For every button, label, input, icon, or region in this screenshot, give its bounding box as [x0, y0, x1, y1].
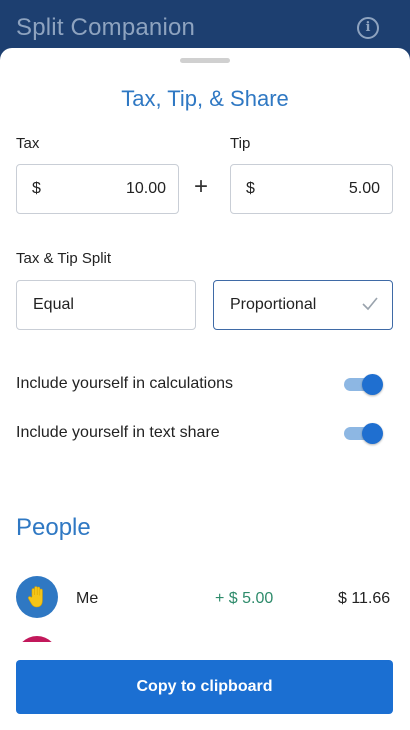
split-option-equal[interactable]: Equal: [16, 280, 196, 330]
include-in-calculations-toggle[interactable]: [344, 374, 384, 395]
tip-label: Tip: [230, 135, 251, 152]
sheet-drag-handle[interactable]: [180, 58, 230, 63]
copy-to-clipboard-button[interactable]: Copy to clipboard: [16, 660, 393, 714]
people-section-title: People: [16, 514, 91, 541]
avatar[interactable]: [16, 576, 58, 618]
split-option-label: Equal: [33, 296, 74, 313]
tax-field[interactable]: $ 10.00: [16, 164, 179, 214]
tax-tip-share-sheet: Tax, Tip, & Share Tax $ 10.00 + Tip $ 5.…: [0, 48, 410, 730]
split-option-label: Proportional: [230, 296, 317, 313]
tip-currency: $: [246, 180, 255, 197]
split-option-proportional[interactable]: Proportional: [213, 280, 393, 330]
tip-field[interactable]: $ 5.00: [230, 164, 393, 214]
tax-currency: $: [32, 180, 41, 197]
toggle-label-text-share: Include yourself in text share: [16, 424, 220, 441]
person-tip-share: + $ 5.00: [215, 590, 274, 607]
app-title: Split Companion: [16, 14, 196, 41]
toggle-knob: [362, 374, 383, 395]
include-in-text-share-toggle[interactable]: [344, 423, 384, 444]
split-label: Tax & Tip Split: [16, 250, 112, 267]
tax-label: Tax: [16, 135, 40, 152]
toggle-label-calculations: Include yourself in calculations: [16, 375, 234, 392]
checkmark-icon: [362, 297, 378, 311]
plus-icon: +: [194, 173, 209, 200]
tax-value: 10.00: [125, 180, 166, 197]
person-name: Me: [76, 590, 99, 607]
raised-hand-icon: [28, 586, 43, 608]
tip-value: 5.00: [348, 180, 380, 197]
toggle-knob: [362, 423, 383, 444]
person-total: $ 11.66: [338, 590, 391, 607]
sheet-title: Tax, Tip, & Share: [121, 86, 289, 111]
info-icon[interactable]: i: [357, 17, 379, 39]
